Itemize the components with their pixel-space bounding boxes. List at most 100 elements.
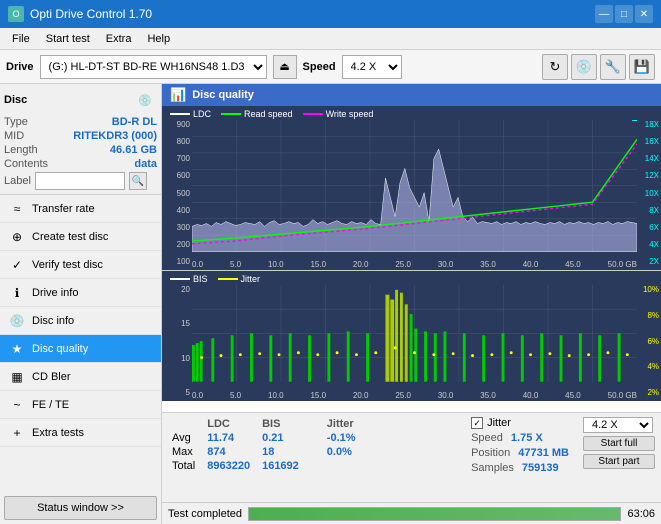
create-test-disc-icon: ⊕ xyxy=(8,228,26,246)
y-axis-left-ldc: 900 800 700 600 500 400 300 200 100 xyxy=(162,106,192,270)
stats-right: ✓ Jitter Speed 1.75 X Position 47731 MB … xyxy=(463,413,577,473)
sidebar-label-disc-quality: Disc quality xyxy=(32,343,88,355)
verify-test-disc-icon: ✓ xyxy=(8,256,26,274)
minimize-button[interactable]: — xyxy=(595,5,613,23)
sidebar-label-extra-tests: Extra tests xyxy=(32,427,84,439)
title-bar-left: O Opti Drive Control 1.70 xyxy=(8,6,152,22)
bis-legend: BIS Jitter xyxy=(170,274,260,284)
stats-row1: LDC BIS Jitter Avg 11.74 0.21 -0.1% xyxy=(162,413,661,473)
max-jitter: 0.0% xyxy=(325,445,366,459)
sidebar-item-disc-info[interactable]: 💿 Disc info xyxy=(0,307,161,335)
save-icon[interactable]: 💾 xyxy=(629,54,655,80)
disc-type-label: Type xyxy=(4,116,28,128)
sidebar-label-disc-info: Disc info xyxy=(32,315,74,327)
speed-select[interactable]: 4.2 X xyxy=(342,55,402,79)
disc-length-row: Length 46.61 GB xyxy=(4,144,157,156)
maximize-button[interactable]: □ xyxy=(615,5,633,23)
disc-quality-icon: ★ xyxy=(8,340,26,358)
drive-select[interactable]: (G:) HL-DT-ST BD-RE WH16NS48 1.D3 xyxy=(40,55,267,79)
disc-type-value: BD-R DL xyxy=(112,116,157,128)
settings-icon[interactable]: 🔧 xyxy=(600,54,626,80)
disc-section: Disc 💿 Type BD-R DL MID RITEKDR3 (000) L… xyxy=(0,84,161,195)
bis-chart-svg xyxy=(192,285,637,382)
y-axis-left-bis: 20 15 10 5 xyxy=(162,271,192,401)
avg-ldc: 11.74 xyxy=(205,431,260,445)
speed-info-row: Speed 1.75 X xyxy=(471,432,569,444)
progress-area: Test completed 100.0% 63:06 xyxy=(162,502,661,524)
max-label: Max xyxy=(170,445,205,459)
refresh-icon[interactable]: ↻ xyxy=(542,54,568,80)
eject-button[interactable]: ⏏ xyxy=(273,55,297,79)
disc-label-label: Label xyxy=(4,175,31,187)
action-speed-select[interactable]: 4.2 X xyxy=(583,417,653,433)
disc-mid-label: MID xyxy=(4,130,24,142)
avg-jitter: -0.1% xyxy=(325,431,366,445)
sidebar-item-extra-tests[interactable]: + Extra tests xyxy=(0,419,161,447)
disc-label-button[interactable]: 🔍 xyxy=(129,172,147,190)
disc-contents-label: Contents xyxy=(4,158,48,170)
start-full-button[interactable]: Start full xyxy=(583,436,655,451)
disc-mid-value: RITEKDR3 (000) xyxy=(73,130,157,142)
ldc-x-axis: 0.0 5.0 10.0 15.0 20.0 25.0 30.0 35.0 40… xyxy=(192,260,637,270)
samples-key: Samples xyxy=(471,462,514,474)
legend-bis: BIS xyxy=(170,274,208,284)
menu-file[interactable]: File xyxy=(4,31,38,47)
disc-info-icon: 💿 xyxy=(8,312,26,330)
sidebar-label-create-test-disc: Create test disc xyxy=(32,231,108,243)
disc-icon[interactable]: 💿 xyxy=(571,54,597,80)
col-header-empty xyxy=(170,417,205,431)
sidebar-label-drive-info: Drive info xyxy=(32,287,78,299)
status-window-button[interactable]: Status window >> xyxy=(4,496,157,520)
content-area: 📊 Disc quality LDC Read speed xyxy=(162,84,661,524)
sidebar-label-transfer-rate: Transfer rate xyxy=(32,203,95,215)
sidebar-item-fe-te[interactable]: ~ FE / TE xyxy=(0,391,161,419)
jitter-check-row: ✓ Jitter xyxy=(471,417,569,429)
disc-length-value: 46.61 GB xyxy=(110,144,157,156)
cd-bler-icon: ▦ xyxy=(8,368,26,386)
avg-label: Avg xyxy=(170,431,205,445)
sidebar-item-transfer-rate[interactable]: ≈ Transfer rate xyxy=(0,195,161,223)
transfer-rate-icon: ≈ xyxy=(8,200,26,218)
samples-value: 759139 xyxy=(522,462,559,474)
disc-contents-value: data xyxy=(134,158,157,170)
disc-contents-row: Contents data xyxy=(4,158,157,170)
disc-header-icon: 💿 xyxy=(133,88,157,112)
jitter-checkbox[interactable]: ✓ xyxy=(471,417,483,429)
disc-label-input[interactable] xyxy=(35,172,125,190)
sidebar-item-create-test-disc[interactable]: ⊕ Create test disc xyxy=(0,223,161,251)
ldc-chart-svg xyxy=(192,120,637,252)
legend-jitter: Jitter xyxy=(218,274,261,284)
legend-ldc: LDC xyxy=(170,109,211,119)
progress-status: Test completed xyxy=(168,508,242,520)
sidebar-item-drive-info[interactable]: ℹ Drive info xyxy=(0,279,161,307)
sidebar-item-verify-test-disc[interactable]: ✓ Verify test disc xyxy=(0,251,161,279)
total-label: Total xyxy=(170,459,205,473)
col-header-ldc: LDC xyxy=(205,417,260,431)
progress-percent: 100.0% xyxy=(249,520,620,521)
sidebar-item-cd-bler[interactable]: ▦ CD Bler xyxy=(0,363,161,391)
toolbar: Drive (G:) HL-DT-ST BD-RE WH16NS48 1.D3 … xyxy=(0,50,661,84)
position-key: Position xyxy=(471,447,510,459)
menu-start-test[interactable]: Start test xyxy=(38,31,98,47)
menu-extra[interactable]: Extra xyxy=(98,31,140,47)
sidebar-label-verify-test-disc: Verify test disc xyxy=(32,259,103,271)
charts-area: LDC Read speed Write speed 900 800 700 xyxy=(162,106,661,412)
start-part-button[interactable]: Start part xyxy=(583,454,655,469)
position-row: Position 47731 MB xyxy=(471,447,569,459)
y-axis-right-ldc: 18X 16X 14X 12X 10X 8X 6X 4X 2X xyxy=(637,106,661,270)
progress-bar-fill xyxy=(249,508,620,520)
speed-label: Speed xyxy=(303,61,336,73)
ldc-chart: LDC Read speed Write speed 900 800 700 xyxy=(162,106,661,271)
max-ldc: 874 xyxy=(205,445,260,459)
progress-time: 63:06 xyxy=(627,508,655,520)
sidebar-item-disc-quality[interactable]: ★ Disc quality xyxy=(0,335,161,363)
close-button[interactable]: ✕ xyxy=(635,5,653,23)
total-bis: 161692 xyxy=(260,459,309,473)
legend-ldc-color xyxy=(170,113,190,115)
sidebar: Disc 💿 Type BD-R DL MID RITEKDR3 (000) L… xyxy=(0,84,162,524)
disc-label-row: Label 🔍 xyxy=(4,172,157,190)
legend-read-speed-color xyxy=(221,113,241,115)
menu-help[interactable]: Help xyxy=(139,31,178,47)
legend-read-speed: Read speed xyxy=(221,109,293,119)
sidebar-label-cd-bler: CD Bler xyxy=(32,371,71,383)
